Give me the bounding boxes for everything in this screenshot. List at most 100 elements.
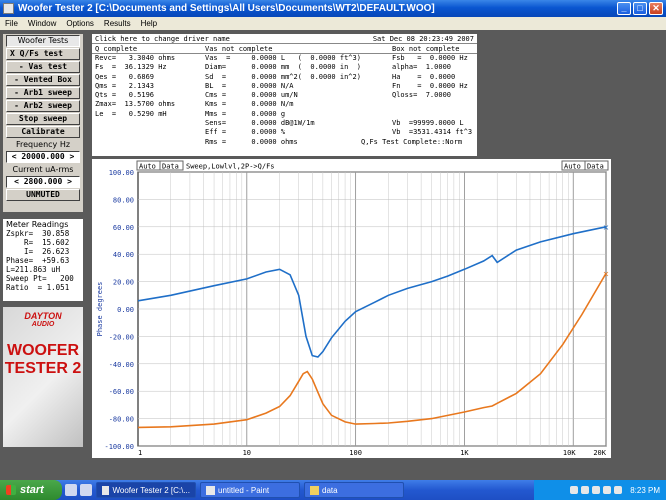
param-qts: Qts = 0.5196	[95, 91, 155, 100]
arb2-sweep-button[interactable]: - Arb2 sweep	[6, 100, 80, 112]
tray-icon[interactable]	[614, 486, 623, 494]
app-icon	[3, 3, 14, 14]
current-label: Current uA-rms	[12, 165, 74, 174]
tray-icon[interactable]	[581, 486, 590, 494]
task-paint[interactable]: untitled - Paint	[200, 482, 300, 498]
param-rms: Rms = 0.0000 ohms	[205, 137, 298, 146]
cursor-marker: ×	[603, 223, 610, 232]
param-vas: Vas = 0.0000 L ( 0.0000 ft^3)	[205, 54, 361, 62]
task-label: data	[322, 485, 338, 495]
menu-file[interactable]: File	[0, 19, 23, 28]
y-tick-label: 0.00	[117, 306, 134, 314]
param-revc: Revc= 3.3040 ohms	[95, 54, 176, 62]
y-tick-label: -80.00	[109, 416, 134, 424]
plot-data-button: Data	[162, 163, 179, 171]
folder-icon	[310, 485, 319, 495]
x-tick-label: 10	[243, 449, 251, 457]
meter-line: Ratio = 1.051	[6, 283, 70, 292]
driver-parameters: Click here to change driver name Sat Dec…	[92, 34, 477, 156]
clock: 8:23 PM	[630, 485, 660, 495]
menu-results[interactable]: Results	[99, 19, 136, 28]
frequency-field[interactable]: < 20000.000 >	[6, 151, 80, 163]
unmuted-button[interactable]: UNMUTED	[6, 189, 80, 201]
window-titlebar[interactable]: Woofer Tester 2 [C:\Documents and Settin…	[0, 0, 666, 17]
driver-name-link[interactable]: Click here to change driver name	[95, 34, 230, 43]
section-box: Box not complete	[392, 45, 460, 53]
test-status: Q,Fs Test Complete::Norm	[361, 137, 463, 146]
y-tick-label: -40.00	[109, 361, 134, 369]
test-control-panel: Woofer Tests X Q/Fs test - Vas test - Ve…	[3, 34, 83, 212]
logo-brand: DAYTON	[24, 311, 62, 321]
param-fn: Fn = 0.0000 Hz	[392, 81, 468, 90]
task-label: Woofer Tester 2 [C:\...	[112, 485, 190, 495]
quicklaunch-icon[interactable]	[80, 484, 92, 496]
param-cms: Cms = 0.0000 um/N	[205, 91, 298, 100]
sweep-title: Sweep,Lowlvl,2P->Q/Fs	[186, 163, 275, 171]
test-timestamp: Sat Dec 08 20:23:49 2007	[372, 35, 474, 43]
x-tick-label: 1K	[460, 449, 469, 457]
panel-title: Woofer Tests	[6, 35, 80, 47]
param-zmax: Zmax= 13.5700 ohms	[95, 100, 176, 109]
plot-data-button-right: Data	[587, 163, 604, 171]
y-tick-label: -20.00	[109, 333, 134, 341]
param-le: Le = 0.5290 mH	[95, 109, 167, 118]
y-tick-label: -100.00	[104, 443, 134, 451]
tray-icon[interactable]	[570, 486, 579, 494]
menu-window[interactable]: Window	[23, 19, 61, 28]
impedance-phase-plot: Auto Data Sweep,Lowlvl,2P->Q/Fs Auto Data 100…	[92, 159, 611, 458]
y-tick-label: 80.00	[113, 196, 134, 204]
param-vb-l: Vb =99999.0000 L	[392, 119, 464, 128]
plot-svg: Auto Data Sweep,Lowlvl,2P->Q/Fs Auto Data100…	[92, 159, 611, 458]
meter-readings: Meter Readings Zspkr= 30.858 R= 15.602 I=…	[3, 219, 83, 301]
param-qloss: Qloss= 7.0000	[392, 91, 452, 100]
menu-options[interactable]: Options	[61, 19, 99, 28]
param-ha: Ha = 0.0000	[392, 72, 456, 81]
task-woofer-tester[interactable]: Woofer Tester 2 [C:\...	[96, 482, 196, 498]
meter-line: I= 26.623	[6, 247, 70, 256]
meter-line: L=211.863 uH	[6, 265, 61, 274]
logo-product-2: TESTER 2	[4, 360, 82, 377]
param-qms: Qms = 2.1343	[95, 81, 155, 90]
cursor-marker: ×	[603, 269, 610, 278]
section-vas: Vas not complete	[205, 45, 273, 53]
quicklaunch-icon[interactable]	[65, 484, 77, 496]
param-fsb: Fsb = 0.0000 Hz	[392, 54, 468, 62]
taskbar: start Woofer Tester 2 [C:\... untitled -…	[0, 480, 666, 500]
menu-help[interactable]: Help	[136, 19, 162, 28]
vas-test-button[interactable]: - Vas test	[6, 61, 80, 73]
param-sens: Sens= 0.0000 dB@1W/1m	[205, 119, 315, 128]
task-data-folder[interactable]: data	[304, 482, 404, 498]
meter-line: Phase= +59.63	[6, 256, 70, 265]
meter-line: R= 15.602	[6, 238, 70, 247]
dayton-logo: DAYTON AUDIO WOOFER TESTER 2	[3, 307, 83, 447]
tray-icon[interactable]	[592, 486, 601, 494]
x-tick-label: 100	[349, 449, 362, 457]
paint-icon	[206, 485, 215, 495]
app-icon	[102, 485, 110, 495]
maximize-icon[interactable]: □	[633, 2, 647, 15]
minimize-icon[interactable]: _	[617, 2, 631, 15]
param-eff: Eff = 0.0000 %	[205, 128, 286, 137]
meter-line: Sweep Pt= 200	[6, 274, 74, 283]
menu-bar: File Window Options Results Help	[0, 17, 666, 30]
start-button[interactable]: start	[0, 480, 62, 500]
qfs-test-button[interactable]: X Q/Fs test	[6, 48, 80, 60]
tray-icon[interactable]	[603, 486, 612, 494]
stop-sweep-button[interactable]: Stop sweep	[6, 113, 80, 125]
vented-box-button[interactable]: - Vented Box	[6, 74, 80, 86]
calibrate-button[interactable]: Calibrate	[6, 126, 80, 138]
arb1-sweep-button[interactable]: - Arb1 sweep	[6, 87, 80, 99]
meter-title: Meter Readings	[6, 220, 69, 229]
y-tick-label: 40.00	[113, 251, 134, 259]
param-vb-ft: Vb =3531.4314 ft^3	[392, 128, 473, 137]
y-tick-label: 60.00	[113, 224, 134, 232]
current-field[interactable]: < 2800.000 >	[6, 176, 80, 188]
window-title: Woofer Tester 2 [C:\Documents and Settin…	[18, 3, 435, 14]
param-kms: Kms = 0.0000 N/m	[205, 100, 294, 109]
y-tick-label: -60.00	[109, 388, 134, 396]
frequency-label: Frequency Hz	[15, 140, 71, 149]
start-label: start	[20, 484, 44, 496]
close-icon[interactable]: ✕	[649, 2, 663, 15]
x-tick-label: 10K	[563, 449, 576, 457]
y-axis-title: Phase degrees	[96, 282, 104, 337]
